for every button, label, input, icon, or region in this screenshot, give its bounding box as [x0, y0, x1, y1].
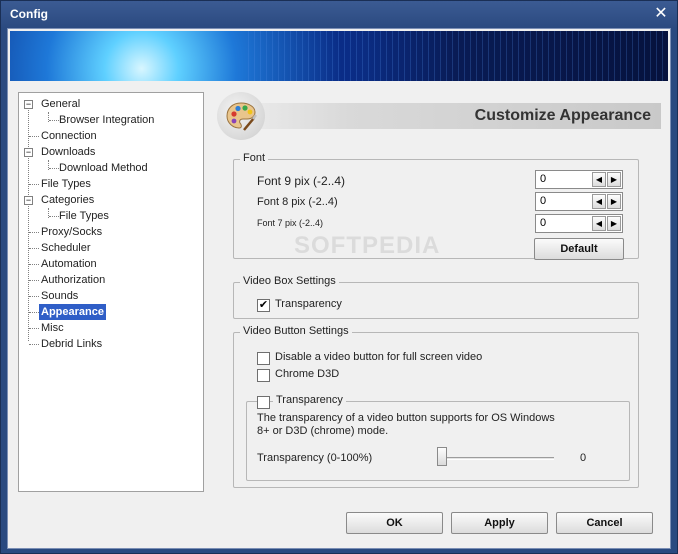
banner-decoration	[248, 31, 668, 81]
chrome-d3d-label: Chrome D3D	[275, 368, 340, 380]
tree-item-automation[interactable]: Automation	[19, 256, 203, 272]
tree-item-label: Debrid Links	[41, 338, 103, 350]
video-box-transparency-label: Transparency	[275, 298, 342, 310]
tree-item-label: Download Method	[59, 162, 148, 174]
video-button-group: Video Button Settings Disable a video bu…	[233, 325, 639, 488]
tree-connector	[29, 296, 39, 297]
tree-connector	[29, 232, 39, 233]
default-button[interactable]: Default	[534, 238, 624, 260]
tree-connector	[29, 184, 39, 185]
transparency-note: The transparency of a video button suppo…	[257, 412, 555, 437]
page-header: Customize Appearance	[215, 103, 661, 129]
tree-connector	[29, 264, 39, 265]
decrement-icon[interactable]: ◀	[592, 172, 606, 187]
transparency-slider-track[interactable]	[438, 457, 554, 460]
tree-item-appearance[interactable]: Appearance	[19, 304, 203, 320]
tree-item-download-method[interactable]: Download Method	[19, 160, 203, 176]
decrement-icon[interactable]: ◀	[592, 194, 606, 209]
tree-connector	[29, 280, 39, 281]
tree-connector	[29, 328, 39, 329]
tree-item-label: Automation	[41, 258, 97, 270]
collapse-icon[interactable]: −	[24, 196, 33, 205]
collapse-icon[interactable]: −	[24, 100, 33, 109]
tree-item-debrid-links[interactable]: Debrid Links	[19, 336, 203, 352]
font-8-label: Font 8 pix (-2..4)	[257, 196, 338, 208]
apply-button[interactable]: Apply	[451, 512, 548, 534]
tree-item-label: Scheduler	[41, 242, 91, 254]
tree-item-scheduler[interactable]: Scheduler	[19, 240, 203, 256]
transparency-slider-label: Transparency (0-100%)	[257, 452, 373, 464]
font-8-spinner[interactable]: 0 ◀ ▶	[535, 192, 623, 211]
page-title: Customize Appearance	[474, 107, 651, 124]
tree-item-label: General	[41, 98, 81, 110]
increment-icon[interactable]: ▶	[607, 194, 621, 209]
window-title: Config	[10, 7, 48, 21]
config-window: Config ✕ − General Browser Integration C…	[0, 0, 678, 554]
increment-icon[interactable]: ▶	[607, 216, 621, 231]
tree-item-label: Browser Integration	[59, 114, 155, 126]
disable-video-button-label: Disable a video button for full screen v…	[275, 351, 483, 363]
button-transparency-checkbox[interactable]	[257, 396, 270, 409]
tree-item-label: Authorization	[41, 274, 106, 286]
tree-item-label: Appearance	[39, 304, 106, 320]
tree-item-file-types[interactable]: File Types	[19, 176, 203, 192]
font-7-spinner[interactable]: 0 ◀ ▶	[535, 214, 623, 233]
tree-item-connection[interactable]: Connection	[19, 128, 203, 144]
button-transparency-label: Transparency	[273, 394, 346, 406]
close-icon[interactable]: ✕	[651, 4, 671, 24]
client-area: − General Browser Integration Connection…	[7, 28, 671, 549]
tree-item-general[interactable]: − General	[19, 96, 203, 112]
video-box-legend: Video Box Settings	[240, 275, 339, 287]
palette-icon	[217, 92, 265, 140]
video-box-transparency-checkbox[interactable]: ✔	[257, 299, 270, 312]
font-7-value: 0	[540, 217, 547, 229]
title-bar: Config ✕	[1, 1, 677, 28]
tree-item-downloads[interactable]: − Downloads	[19, 144, 203, 160]
tree-item-categories[interactable]: − Categories	[19, 192, 203, 208]
font-9-label: Font 9 pix (-2..4)	[257, 174, 346, 188]
chrome-d3d-checkbox[interactable]	[257, 369, 270, 382]
tree-item-proxy-socks[interactable]: Proxy/Socks	[19, 224, 203, 240]
video-button-legend: Video Button Settings	[240, 325, 352, 337]
cancel-button[interactable]: Cancel	[556, 512, 653, 534]
font-9-spinner[interactable]: 0 ◀ ▶	[535, 170, 623, 189]
button-transparency-group: Transparency The transparency of a video…	[246, 394, 630, 481]
tree-connector	[29, 248, 39, 249]
tree-item-authorization[interactable]: Authorization	[19, 272, 203, 288]
increment-icon[interactable]: ▶	[607, 172, 621, 187]
font-7-label: Font 7 pix (-2..4)	[257, 218, 324, 228]
font-group: Font Font 9 pix (-2..4) 0 ◀ ▶ Font 8 pix…	[233, 152, 639, 260]
tree-item-sounds[interactable]: Sounds	[19, 288, 203, 304]
font-group-legend: Font	[240, 152, 269, 164]
tree-item-label: Misc	[41, 322, 64, 334]
tree-item-label: File Types	[41, 178, 91, 190]
tree-item-label: Categories	[41, 194, 95, 206]
tree-item-category-file-types[interactable]: File Types	[19, 208, 203, 224]
header-banner	[10, 31, 668, 81]
collapse-icon[interactable]: −	[24, 148, 33, 157]
tree-item-label: Proxy/Socks	[41, 226, 103, 238]
font-9-value: 0	[540, 173, 547, 185]
transparency-slider-thumb[interactable]	[437, 447, 447, 466]
transparency-slider-value: 0	[580, 452, 587, 464]
tree-item-label: Downloads	[41, 146, 96, 158]
tree-item-label: File Types	[59, 210, 109, 222]
disable-video-button-checkbox[interactable]	[257, 352, 270, 365]
tree-item-browser-integration[interactable]: Browser Integration	[19, 112, 203, 128]
tree-item-label: Sounds	[41, 290, 79, 302]
settings-tree[interactable]: − General Browser Integration Connection…	[18, 92, 204, 492]
tree-connector	[29, 312, 39, 313]
tree-item-label: Connection	[41, 130, 97, 142]
tree-connector	[29, 136, 39, 137]
font-8-value: 0	[540, 195, 547, 207]
tree-item-misc[interactable]: Misc	[19, 320, 203, 336]
decrement-icon[interactable]: ◀	[592, 216, 606, 231]
tree-connector	[29, 344, 39, 345]
ok-button[interactable]: OK	[346, 512, 443, 534]
video-box-group: Video Box Settings ✔ Transparency	[233, 275, 639, 319]
